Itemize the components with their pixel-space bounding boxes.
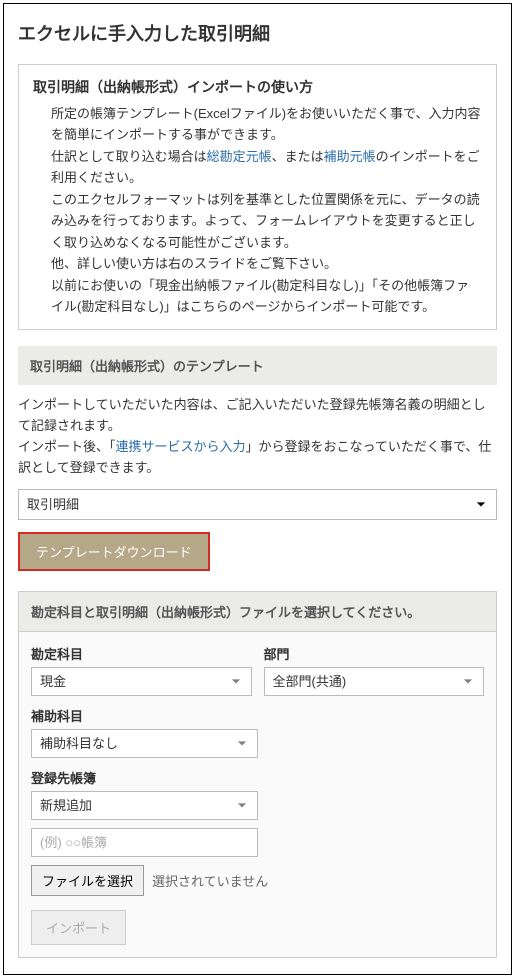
form-panel-header: 勘定科目と取引明細（出納帳形式）ファイルを選択してください。	[19, 592, 496, 632]
info-text: 他、詳しい使い方は右のスライドをご覧下さい。	[51, 256, 337, 271]
link-service-input[interactable]: 連携サービスから入力	[116, 439, 246, 454]
info-content: 所定の帳簿テンプレート(Excelファイル)をお使いいただく事で、入力内容を簡単…	[33, 103, 482, 317]
sub-account-select[interactable]: 補助科目なし	[31, 729, 258, 758]
dept-label: 部門	[264, 644, 485, 663]
info-text: 仕訳として取り込む場合は	[51, 149, 207, 164]
file-status-text: 選択されていません	[152, 871, 268, 890]
account-select[interactable]: 現金	[31, 667, 252, 696]
dept-select[interactable]: 全部門(共通)	[264, 667, 485, 696]
file-select-button[interactable]: ファイルを選択	[31, 865, 144, 896]
template-type-select[interactable]: 取引明細	[18, 489, 497, 520]
sub-account-label: 補助科目	[31, 706, 484, 725]
ledger-name-input[interactable]	[31, 828, 258, 857]
desc-text: インポートしていただいた内容は、ご記入いただいた登録先帳簿名義の明細として記録さ…	[18, 397, 486, 433]
template-section-desc: インポートしていただいた内容は、ご記入いただいた登録先帳簿名義の明細として記録さ…	[18, 395, 497, 478]
info-text: 、または	[272, 149, 324, 164]
file-select-panel: 勘定科目と取引明細（出納帳形式）ファイルを選択してください。 勘定科目 現金 部…	[18, 591, 497, 958]
info-text: このエクセルフォーマットは列を基準とした位置関係を元に、データの読み込みを行って…	[51, 192, 480, 250]
template-section-header: 取引明細（出納帳形式）のテンプレート	[18, 346, 497, 385]
info-text: 以前にお使いの「現金出納帳ファイル(勘定科目なし)」「その他帳簿ファイル(勘定科…	[51, 278, 469, 314]
desc-text: インポート後、「	[18, 439, 116, 454]
account-label: 勘定科目	[31, 644, 252, 663]
ledger-select[interactable]: 新規追加	[31, 791, 258, 820]
page-title: エクセルに手入力した取引明細	[18, 20, 497, 46]
info-text: 所定の帳簿テンプレート(Excelファイル)をお使いいただく事で、入力内容を簡単…	[51, 106, 481, 142]
info-title: 取引明細（出納帳形式）インポートの使い方	[33, 77, 482, 97]
usage-info-box: 取引明細（出納帳形式）インポートの使い方 所定の帳簿テンプレート(Excelファ…	[18, 64, 497, 330]
ledger-label: 登録先帳簿	[31, 768, 484, 787]
template-download-button[interactable]: テンプレートダウンロード	[18, 532, 210, 571]
link-sub-ledger[interactable]: 補助元帳	[324, 149, 376, 164]
link-general-ledger[interactable]: 総勘定元帳	[207, 149, 272, 164]
import-button[interactable]: インポート	[31, 910, 126, 945]
